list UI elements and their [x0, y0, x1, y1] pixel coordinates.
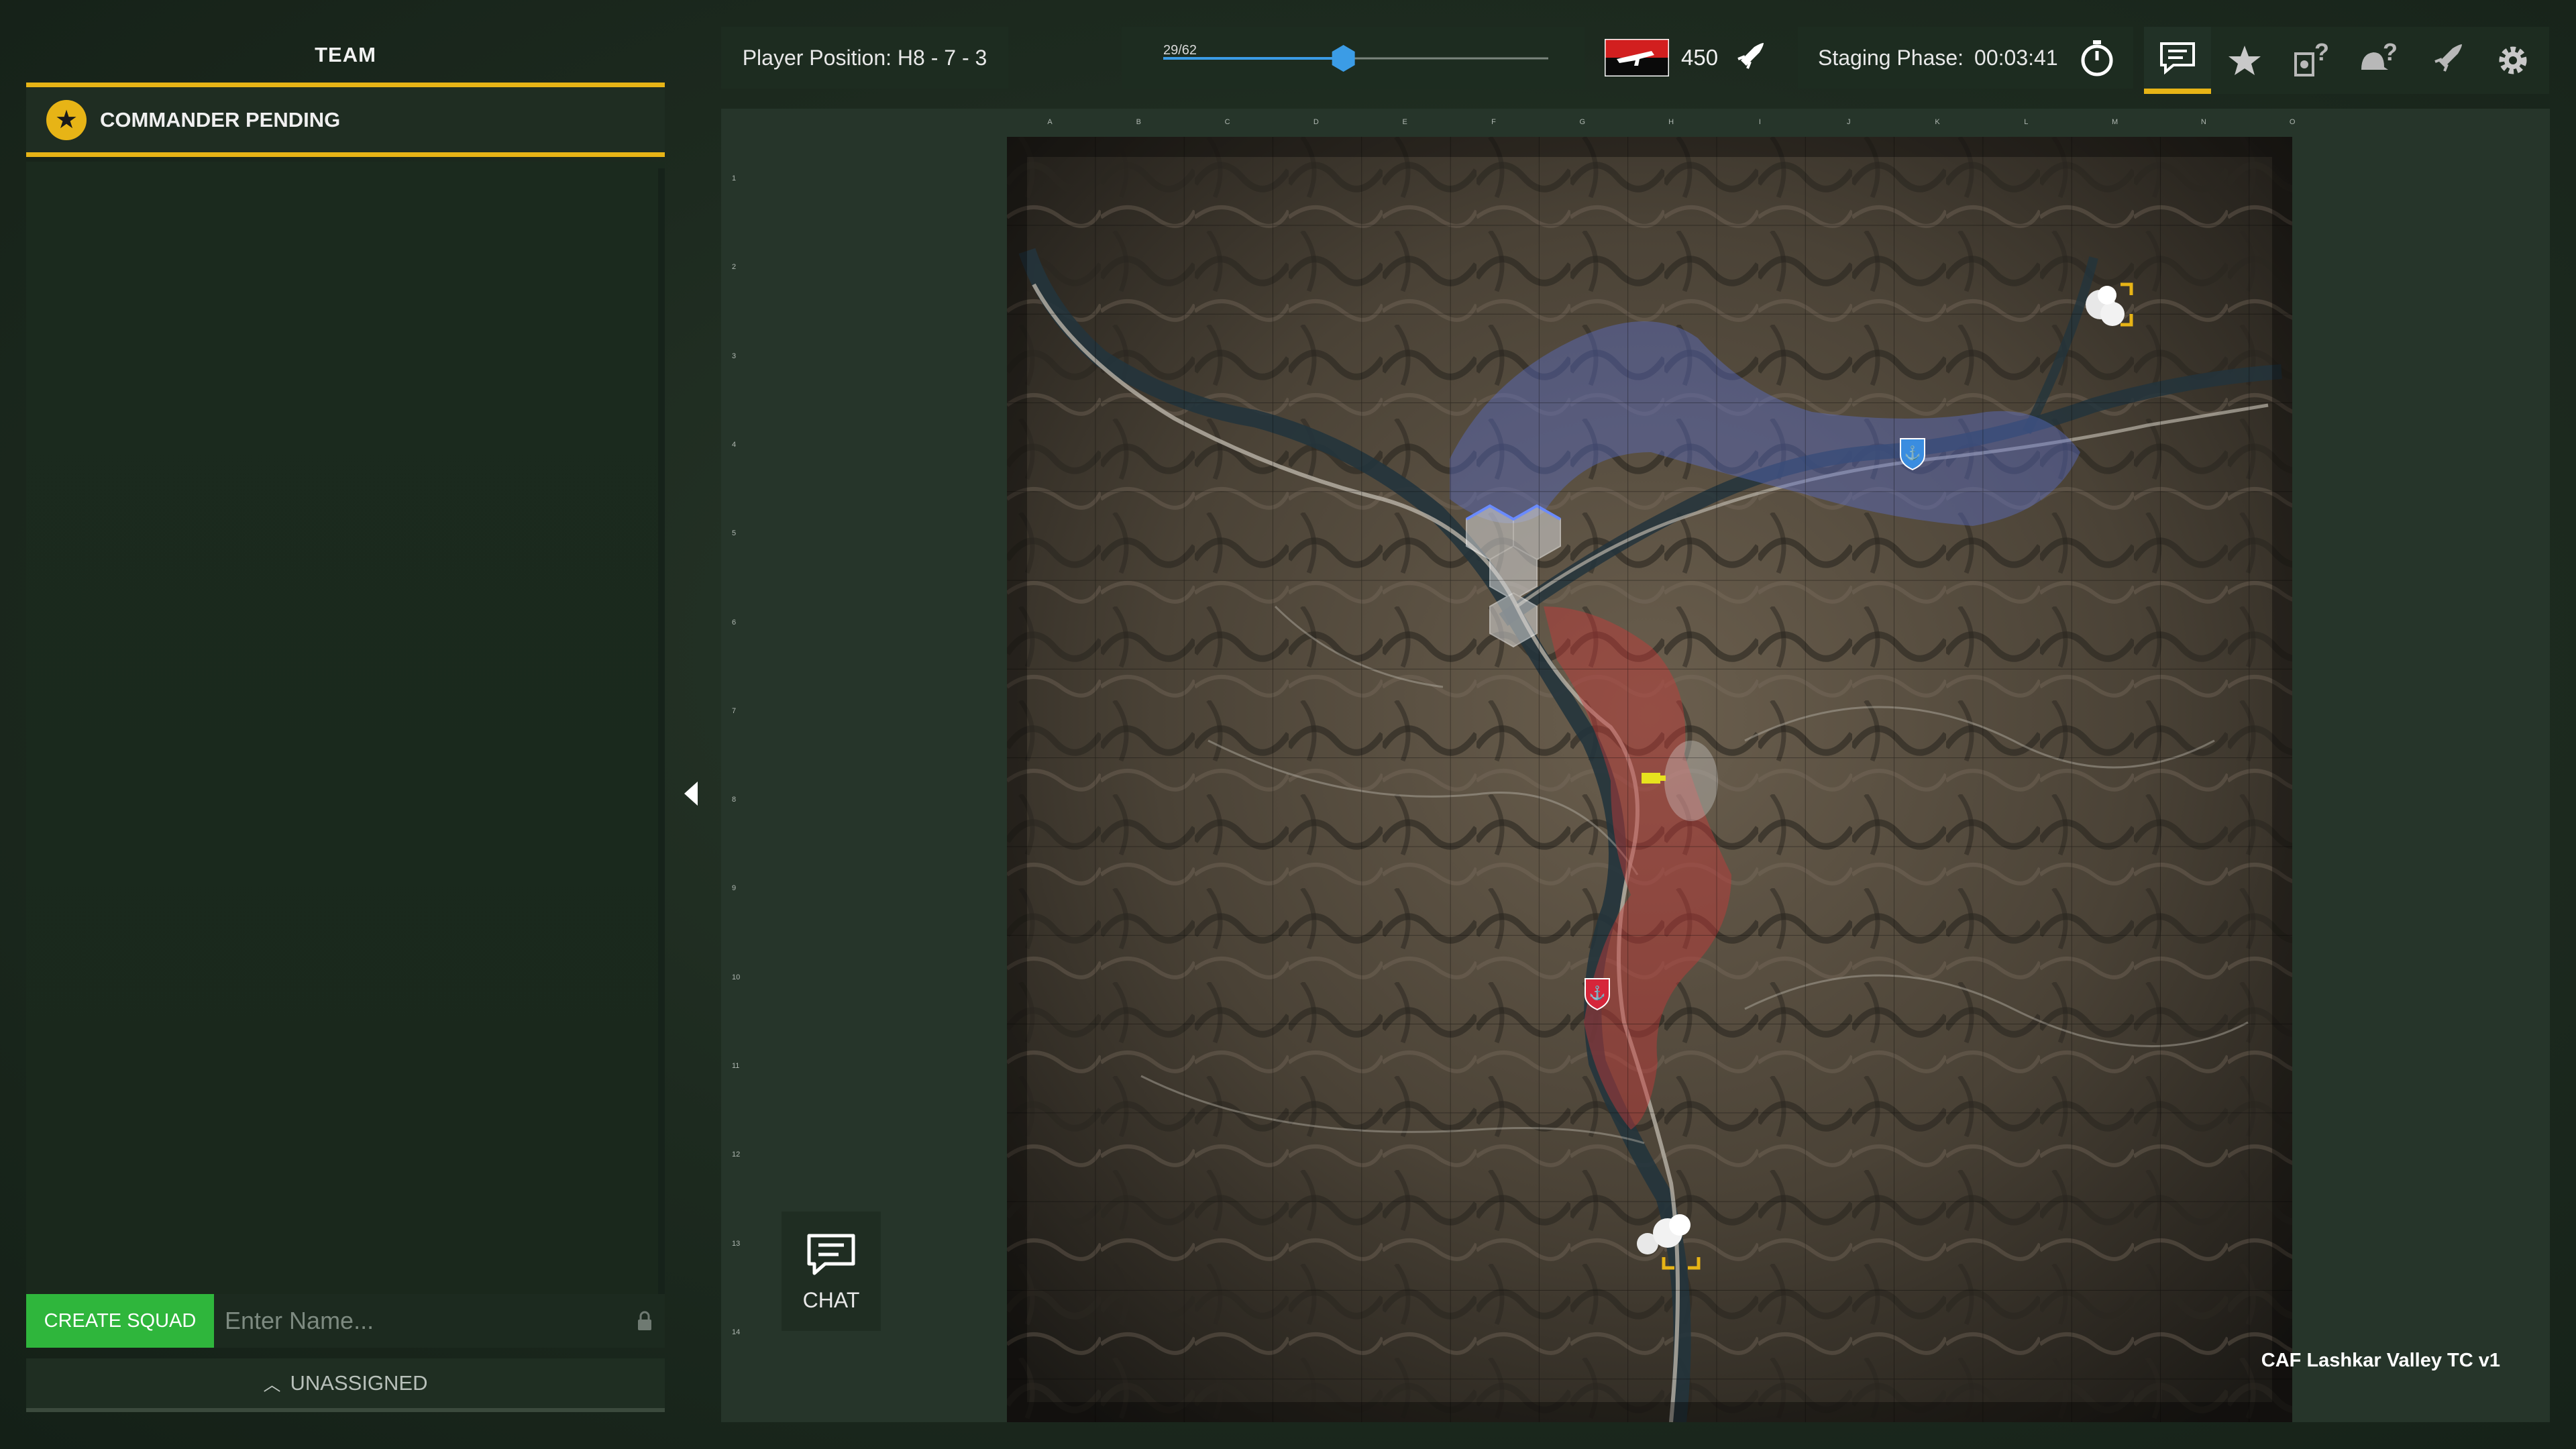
map-terrain: ⚓ ⚓	[1007, 137, 2292, 1422]
gear-icon[interactable]	[2479, 27, 2546, 94]
commander-label: COMMANDER PENDING	[100, 107, 341, 131]
team-panel: TEAM ★ COMMANDER PENDING CREATE SQUAD ︿ …	[26, 27, 665, 1422]
grid-column-label: N	[2200, 118, 2206, 126]
grid-column-label: E	[1402, 118, 1407, 126]
player-count-bar	[1163, 45, 1548, 72]
grid-column-label: A	[1047, 118, 1053, 126]
grid-row-label: 12	[732, 1150, 741, 1159]
staging-phase: Staging Phase: 00:03:41	[1798, 27, 2133, 89]
helmet-help-icon[interactable]: ?	[2345, 27, 2412, 94]
svg-text:?: ?	[2383, 40, 2398, 66]
grid-row-label: 10	[732, 973, 741, 981]
commander-slot[interactable]: ★ COMMANDER PENDING	[26, 87, 665, 157]
grid-column-label: G	[1579, 118, 1586, 126]
staging-label: Staging Phase:	[1818, 45, 1964, 70]
grid-row-label: 5	[732, 529, 737, 538]
svg-text:?: ?	[2314, 40, 2329, 66]
stopwatch-icon	[2081, 40, 2113, 76]
rocket-icon[interactable]	[2412, 27, 2479, 94]
player-count-slider[interactable]: 29/62	[1122, 27, 1585, 89]
grid-column-label: O	[2289, 118, 2296, 126]
tactical-map[interactable]: ⚓ ⚓	[1007, 137, 2292, 1422]
tickets-widget: 450	[1590, 27, 1791, 89]
grid-column-label: L	[2024, 118, 2029, 126]
grid-row-label: 2	[732, 263, 737, 272]
vehicle-help-icon[interactable]: ?	[2278, 27, 2345, 94]
staging-timer: 00:03:41	[1974, 45, 2058, 70]
create-squad-button[interactable]: CREATE SQUAD	[26, 1294, 214, 1348]
star-icon[interactable]	[2211, 27, 2278, 94]
grid-column-label: K	[1935, 118, 1940, 126]
grid-column-label: D	[1313, 118, 1319, 126]
grid-row-label: 8	[732, 796, 737, 804]
chat-icon	[807, 1234, 855, 1275]
grid-row-label: 13	[732, 1239, 741, 1248]
tickets-count: 450	[1681, 45, 1719, 70]
grid-column-label: C	[1224, 118, 1230, 126]
grid-row-label: 9	[732, 884, 737, 893]
grid-column-label: I	[1758, 118, 1761, 126]
ticket-rocket-icon	[1735, 43, 1764, 71]
team-header: TEAM	[26, 27, 665, 87]
grid-row-label: 14	[732, 1328, 741, 1336]
create-squad-row: CREATE SQUAD	[26, 1294, 665, 1348]
grid-row-label: 3	[732, 352, 737, 360]
collapse-panel-icon[interactable]	[678, 778, 704, 809]
grid-row-label: 11	[732, 1062, 740, 1070]
commander-star-icon: ★	[46, 99, 87, 140]
grid-column-label: J	[1846, 118, 1851, 126]
grid-row-label: 6	[732, 618, 737, 627]
grid-column-label: F	[1491, 118, 1496, 126]
grid-row-label: 7	[732, 706, 737, 715]
map-panel[interactable]: ABCDEFGHIJKLMNO 1 2 3 4 5 6 7 8 9 10 11 12 13 14	[721, 109, 2550, 1422]
grid-column-label: B	[1136, 118, 1141, 126]
svg-text:⚓: ⚓	[1589, 985, 1606, 1001]
unassigned-toggle[interactable]: ︿ UNASSIGNED	[26, 1358, 665, 1412]
svg-text:⚓: ⚓	[1904, 445, 1921, 461]
squad-list	[26, 162, 665, 1316]
map-title: CAF Lashkar Valley TC v1	[2261, 1350, 2500, 1371]
lock-icon[interactable]	[625, 1311, 665, 1331]
chat-label: CHAT	[802, 1287, 860, 1312]
squad-list-scrollbar[interactable]	[658, 168, 665, 1309]
grid-column-label: M	[2112, 118, 2118, 126]
grid-row-label: 4	[732, 440, 737, 449]
player-count-knob	[1332, 45, 1355, 72]
faction-flag-icon	[1605, 39, 1669, 76]
chat-bubble-icon[interactable]	[2144, 27, 2211, 94]
unassigned-label: UNASSIGNED	[290, 1371, 428, 1395]
player-position: Player Position: H8 - 7 - 3	[721, 27, 1008, 89]
grid-column-label: H	[1668, 118, 1674, 126]
chevron-up-icon: ︿	[263, 1374, 281, 1395]
toolbar: ? ?	[2144, 27, 2549, 94]
squad-name-input[interactable]	[214, 1294, 625, 1348]
chat-button[interactable]: CHAT	[782, 1212, 881, 1331]
grid-row-label: 1	[732, 174, 737, 182]
